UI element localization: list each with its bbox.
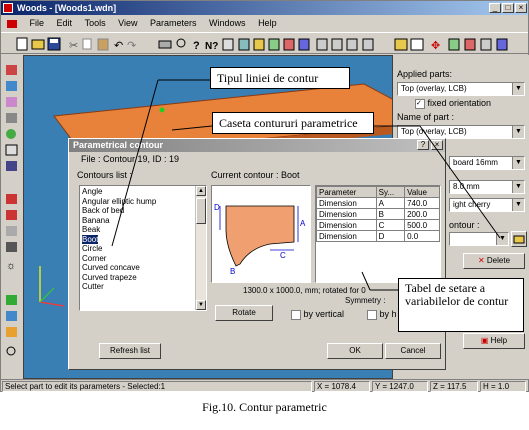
- callout-leaders: [111, 79, 501, 291]
- callout-line-type: Tipul liniei de contur: [210, 67, 350, 89]
- figure-caption: Fig.10. Contur parametric: [202, 400, 327, 414]
- callout-table: Tabel de setare a variabilelor de contur: [398, 278, 524, 332]
- callout-contours-box: Caseta contururi parametrice: [212, 112, 374, 134]
